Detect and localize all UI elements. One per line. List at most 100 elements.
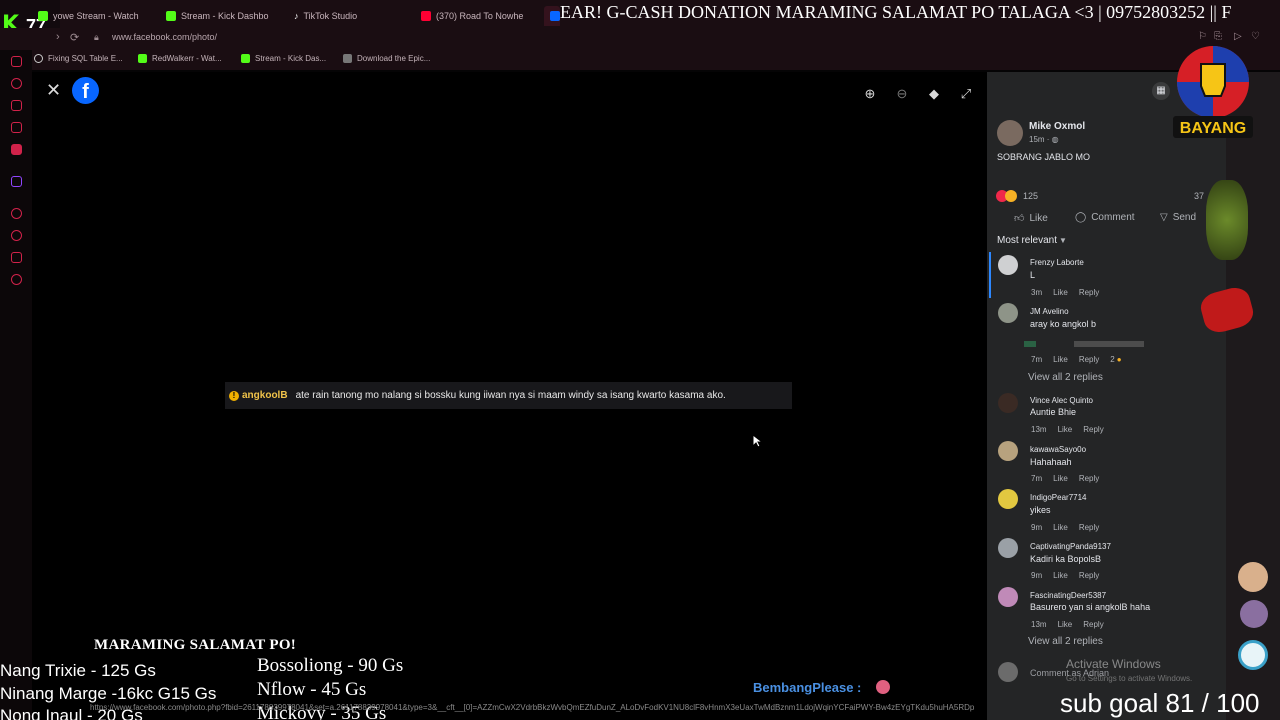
comment-like-button[interactable]: Like [1053,523,1068,532]
comment-author[interactable]: kawawaSayo0o [1030,445,1086,454]
haha-reaction-icon [1005,190,1017,202]
stream-chat-message: ! angkoolB ate rain tanong mo nalang si … [225,382,792,409]
comment-author[interactable]: JM Avelino [1030,307,1069,316]
forward-icon[interactable]: › [56,31,60,43]
avatar[interactable] [998,255,1018,275]
comment-text: yikes [1030,505,1051,515]
chat-username: angkoolB [242,390,288,401]
avatar[interactable] [998,489,1018,509]
browser-tab-active[interactable] [544,6,560,26]
tiktok-favicon-icon: ♪ [294,11,299,21]
streamer-avatar [1238,562,1268,592]
comment-like-button[interactable]: Like [1058,620,1073,629]
avatar[interactable] [998,441,1018,461]
view-replies-link[interactable]: View all 2 replies [1028,372,1103,383]
comment-reply-button[interactable]: Reply [1083,620,1103,629]
comment-author[interactable]: Vince Alec Quinto [1030,396,1093,405]
send-button[interactable]: ▽ Send [1160,212,1196,223]
close-icon[interactable]: ✕ [46,80,61,101]
thanks-banner: MARAMING SALAMAT PO! [94,637,297,653]
browser-tab[interactable]: yowe Stream - Watch [38,6,158,26]
comment-button[interactable]: ◯ Comment [1075,212,1135,223]
puzzle-icon[interactable] [11,252,22,263]
extension-icon[interactable]: ⚐ [1198,31,1207,42]
comment-text: Hahahaah [1030,457,1072,467]
comment-author[interactable]: CaptivatingPanda9137 [1030,542,1111,551]
post-author-name[interactable]: Mike Oxmol [1029,121,1085,132]
zoom-in-icon[interactable]: ⊕ [861,85,879,103]
share-icon[interactable]: ⎘ [1214,31,1222,42]
comment-like-button[interactable]: Like [1053,474,1068,483]
bookmark-item[interactable]: Fixing SQL Table E... [34,54,123,63]
browser-tab[interactable]: Stream - Kick Dashbo [166,6,284,26]
zoom-out-icon[interactable]: ⊖ [893,85,911,103]
sort-dropdown[interactable]: Most relevant ▼ [997,235,1067,246]
comment-actions: 7m Like Reply [1031,474,1100,483]
comment-like-button[interactable]: Like [1058,425,1073,434]
play-icon[interactable]: ▷ [1234,31,1242,42]
bag-icon[interactable] [11,100,22,111]
comment-text: Basurero yan si angkolB haha [1030,602,1151,612]
reaction-summary[interactable]: 125 [996,190,1038,202]
highlight-bar [989,252,991,298]
kick-favicon-icon [38,11,48,21]
haha-reaction-icon: ● [1116,355,1122,364]
comment-text: Auntie Bhie [1030,407,1077,417]
settings-icon[interactable] [11,274,22,285]
url-field[interactable]: www.facebook.com/photo/ [112,32,217,42]
comment-reply-button[interactable]: Reply [1079,474,1099,483]
heart-icon[interactable]: ♡ [1251,31,1260,42]
bookmark-item[interactable]: Stream - Kick Das... [241,54,326,63]
send-icon: ▽ [1160,212,1168,223]
reload-icon[interactable]: ⟳ [70,31,79,44]
avatar[interactable] [998,538,1018,558]
mail-icon[interactable] [11,144,22,155]
avatar[interactable] [998,587,1018,607]
mascot-sticker [1206,180,1248,260]
comment-count[interactable]: 37 [1194,191,1204,201]
comment-reply-button[interactable]: Reply [1083,425,1103,434]
twitch-icon[interactable] [11,176,22,187]
comment-like-button[interactable]: Like [1053,288,1068,297]
comment-author[interactable]: Frenzy Laborte [1030,258,1084,267]
badge-sticker [1238,640,1268,670]
avatar[interactable] [997,120,1023,146]
like-button[interactable]: 👍︎ Like [1014,212,1048,225]
mouse-cursor-icon [752,434,762,448]
view-replies-link[interactable]: View all 2 replies [1028,636,1103,647]
comment-like-button[interactable]: Like [1053,571,1068,580]
history-icon[interactable] [11,78,22,89]
viewer-avatar [1240,600,1268,628]
comment-reply-button[interactable]: Reply [1079,523,1099,532]
bookmark-item[interactable]: Download the Epic... [343,54,430,63]
wallet-icon[interactable] [11,122,22,133]
comment-reply-button[interactable]: Reply [1079,571,1099,580]
comment-actions: 9m Like Reply [1031,523,1100,532]
chat-username-bottom: BembangPlease : [753,680,862,695]
bookmark-item[interactable]: RedWalkerr - Wat... [138,54,222,63]
avatar[interactable] [998,303,1018,323]
fullscreen-icon[interactable]: ⤢ [957,85,975,103]
page-icon [343,54,352,63]
browser-tab[interactable]: ♪ TikTok Studio [294,6,404,26]
kick-favicon-icon [241,54,250,63]
play-circle-icon[interactable] [11,208,22,219]
comment-reply-button[interactable]: Reply [1079,288,1099,297]
reaction-count: 125 [1023,191,1039,201]
windows-activation-subtitle: Go to Settings to activate Windows. [1066,674,1193,683]
comment-reply-button[interactable]: Reply [1079,355,1099,364]
comment-author[interactable]: IndigoPear7714 [1030,493,1087,502]
browser-tab[interactable]: (370) Road To Nowhe [421,6,533,26]
donation-marquee: EAR! G-CASH DONATION MARAMING SALAMAT PO… [560,2,1232,22]
tag-icon[interactable]: ◆ [925,85,943,103]
caret-down-icon: ▼ [1059,236,1067,245]
avatar[interactable] [998,393,1018,413]
sidebar-icon[interactable] [11,56,22,67]
clock-icon[interactable] [11,230,22,241]
comment-like-button[interactable]: Like [1053,355,1068,364]
comment-author[interactable]: FascinatingDeer5387 [1030,591,1106,600]
facebook-logo-icon[interactable]: f [72,77,99,104]
comment-reaction-count[interactable]: 2 [1110,355,1114,364]
post-time: 15m · ◍ [1029,135,1059,144]
bayang-logo: BAYANG [1173,46,1253,138]
